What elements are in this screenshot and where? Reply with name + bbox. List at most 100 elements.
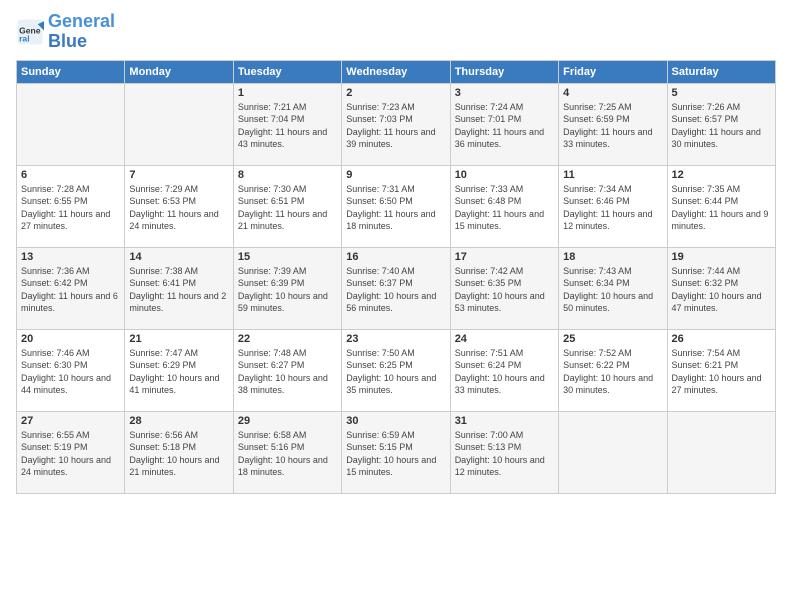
day-number: 24 [455,333,554,345]
calendar-week-row: 1 Sunrise: 7:21 AM Sunset: 7:04 PM Daylig… [17,83,776,165]
calendar-cell: 9 Sunrise: 7:31 AM Sunset: 6:50 PM Daylig… [342,165,450,247]
day-number: 8 [238,169,337,181]
day-info: Sunrise: 7:24 AM Sunset: 7:01 PM Dayligh… [455,101,554,151]
weekday-header: Tuesday [233,60,341,83]
calendar-cell: 26 Sunrise: 7:54 AM Sunset: 6:21 PM Dayli… [667,329,775,411]
day-info: Sunrise: 7:21 AM Sunset: 7:04 PM Dayligh… [238,101,337,151]
day-number: 19 [672,251,771,263]
logo-icon: Gene ral [16,18,44,46]
day-info: Sunrise: 7:30 AM Sunset: 6:51 PM Dayligh… [238,183,337,233]
day-info: Sunrise: 7:23 AM Sunset: 7:03 PM Dayligh… [346,101,445,151]
calendar-week-row: 13 Sunrise: 7:36 AM Sunset: 6:42 PM Dayli… [17,247,776,329]
calendar-cell: 8 Sunrise: 7:30 AM Sunset: 6:51 PM Daylig… [233,165,341,247]
calendar-cell: 2 Sunrise: 7:23 AM Sunset: 7:03 PM Daylig… [342,83,450,165]
day-number: 16 [346,251,445,263]
calendar-cell: 28 Sunrise: 6:56 AM Sunset: 5:18 PM Dayli… [125,411,233,493]
calendar-cell [125,83,233,165]
day-number: 10 [455,169,554,181]
day-info: Sunrise: 7:44 AM Sunset: 6:32 PM Dayligh… [672,265,771,315]
day-number: 23 [346,333,445,345]
calendar-cell: 25 Sunrise: 7:52 AM Sunset: 6:22 PM Dayli… [559,329,667,411]
weekday-header: Thursday [450,60,558,83]
day-info: Sunrise: 6:59 AM Sunset: 5:15 PM Dayligh… [346,429,445,479]
calendar-cell: 22 Sunrise: 7:48 AM Sunset: 6:27 PM Dayli… [233,329,341,411]
day-number: 29 [238,415,337,427]
day-info: Sunrise: 7:34 AM Sunset: 6:46 PM Dayligh… [563,183,662,233]
day-number: 31 [455,415,554,427]
calendar-cell: 18 Sunrise: 7:43 AM Sunset: 6:34 PM Dayli… [559,247,667,329]
calendar-cell: 12 Sunrise: 7:35 AM Sunset: 6:44 PM Dayli… [667,165,775,247]
weekday-header: Sunday [17,60,125,83]
day-info: Sunrise: 7:51 AM Sunset: 6:24 PM Dayligh… [455,347,554,397]
day-number: 1 [238,87,337,99]
day-info: Sunrise: 7:28 AM Sunset: 6:55 PM Dayligh… [21,183,120,233]
calendar-cell: 21Sunrise: 7:47 AM Sunset: 6:29 PM Dayli… [125,329,233,411]
calendar-cell: 31 Sunrise: 7:00 AM Sunset: 5:13 PM Dayli… [450,411,558,493]
logo: Gene ral General Blue [16,12,115,52]
day-info: Sunrise: 7:26 AM Sunset: 6:57 PM Dayligh… [672,101,771,151]
day-number: 15 [238,251,337,263]
day-number: 20 [21,333,120,345]
calendar-cell: 5 Sunrise: 7:26 AM Sunset: 6:57 PM Daylig… [667,83,775,165]
calendar-cell: 11 Sunrise: 7:34 AM Sunset: 6:46 PM Dayli… [559,165,667,247]
day-number: 26 [672,333,771,345]
day-number: 11 [563,169,662,181]
calendar-week-row: 6Sunrise: 7:28 AM Sunset: 6:55 PM Daylig… [17,165,776,247]
day-number: 17 [455,251,554,263]
calendar-table: SundayMondayTuesdayWednesdayThursdayFrid… [16,60,776,494]
day-number: 5 [672,87,771,99]
day-number: 12 [672,169,771,181]
calendar-cell [667,411,775,493]
calendar-cell: 10Sunrise: 7:33 AM Sunset: 6:48 PM Dayli… [450,165,558,247]
calendar-cell [559,411,667,493]
day-number: 21 [129,333,228,345]
calendar-cell: 14Sunrise: 7:38 AM Sunset: 6:41 PM Dayli… [125,247,233,329]
day-info: Sunrise: 7:40 AM Sunset: 6:37 PM Dayligh… [346,265,445,315]
calendar-cell: 29Sunrise: 6:58 AM Sunset: 5:16 PM Dayli… [233,411,341,493]
calendar-cell: 15Sunrise: 7:39 AM Sunset: 6:39 PM Dayli… [233,247,341,329]
day-info: Sunrise: 7:48 AM Sunset: 6:27 PM Dayligh… [238,347,337,397]
day-number: 13 [21,251,120,263]
day-number: 22 [238,333,337,345]
calendar-week-row: 27 Sunrise: 6:55 AM Sunset: 5:19 PM Dayli… [17,411,776,493]
day-number: 4 [563,87,662,99]
svg-text:ral: ral [19,33,29,43]
calendar-cell: 23 Sunrise: 7:50 AM Sunset: 6:25 PM Dayli… [342,329,450,411]
calendar-cell: 24 Sunrise: 7:51 AM Sunset: 6:24 PM Dayli… [450,329,558,411]
day-info: Sunrise: 7:54 AM Sunset: 6:21 PM Dayligh… [672,347,771,397]
day-number: 27 [21,415,120,427]
calendar-cell: 19 Sunrise: 7:44 AM Sunset: 6:32 PM Dayli… [667,247,775,329]
weekday-header-row: SundayMondayTuesdayWednesdayThursdayFrid… [17,60,776,83]
day-info: Sunrise: 7:52 AM Sunset: 6:22 PM Dayligh… [563,347,662,397]
day-info: Sunrise: 6:55 AM Sunset: 5:19 PM Dayligh… [21,429,120,479]
page: Gene ral General Blue SundayMondayTuesda… [0,0,792,612]
logo-text: General Blue [48,12,115,52]
header: Gene ral General Blue [16,12,776,52]
day-info: Sunrise: 7:50 AM Sunset: 6:25 PM Dayligh… [346,347,445,397]
calendar-cell: 4Sunrise: 7:25 AM Sunset: 6:59 PM Daylig… [559,83,667,165]
calendar-cell: 7Sunrise: 7:29 AM Sunset: 6:53 PM Daylig… [125,165,233,247]
calendar-cell: 17Sunrise: 7:42 AM Sunset: 6:35 PM Dayli… [450,247,558,329]
day-number: 7 [129,169,228,181]
day-info: Sunrise: 7:31 AM Sunset: 6:50 PM Dayligh… [346,183,445,233]
day-info: Sunrise: 7:43 AM Sunset: 6:34 PM Dayligh… [563,265,662,315]
day-number: 30 [346,415,445,427]
day-info: Sunrise: 7:36 AM Sunset: 6:42 PM Dayligh… [21,265,120,315]
day-number: 2 [346,87,445,99]
day-number: 14 [129,251,228,263]
calendar-cell: 20 Sunrise: 7:46 AM Sunset: 6:30 PM Dayli… [17,329,125,411]
day-number: 18 [563,251,662,263]
day-number: 3 [455,87,554,99]
day-number: 25 [563,333,662,345]
day-number: 9 [346,169,445,181]
calendar-cell: 16 Sunrise: 7:40 AM Sunset: 6:37 PM Dayli… [342,247,450,329]
day-info: Sunrise: 7:46 AM Sunset: 6:30 PM Dayligh… [21,347,120,397]
calendar-cell: 13 Sunrise: 7:36 AM Sunset: 6:42 PM Dayli… [17,247,125,329]
weekday-header: Saturday [667,60,775,83]
day-number: 28 [129,415,228,427]
day-info: Sunrise: 6:56 AM Sunset: 5:18 PM Dayligh… [129,429,228,479]
calendar-week-row: 20 Sunrise: 7:46 AM Sunset: 6:30 PM Dayli… [17,329,776,411]
calendar-cell: 1 Sunrise: 7:21 AM Sunset: 7:04 PM Daylig… [233,83,341,165]
day-info: Sunrise: 7:35 AM Sunset: 6:44 PM Dayligh… [672,183,771,233]
day-info: Sunrise: 7:00 AM Sunset: 5:13 PM Dayligh… [455,429,554,479]
